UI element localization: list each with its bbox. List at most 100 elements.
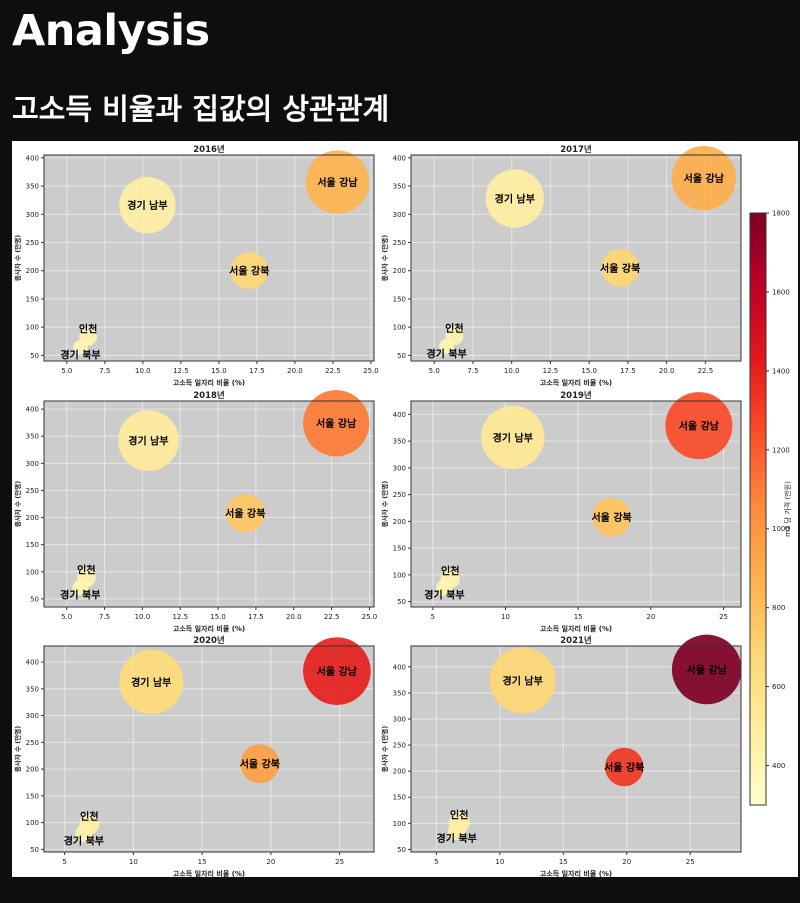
y-tick-label: 100 (26, 324, 39, 332)
x-tick-label: 15.0 (581, 367, 597, 375)
y-tick-label: 50 (397, 598, 406, 606)
y-tick-label: 300 (393, 211, 406, 219)
colorbar-tick-label: 1400 (772, 367, 790, 375)
x-tick-label: 12.5 (173, 367, 189, 375)
y-tick-label: 300 (26, 211, 39, 219)
x-tick-label: 20 (622, 858, 631, 866)
y-tick-label: 100 (393, 571, 406, 579)
y-tick-label: 50 (397, 846, 406, 854)
x-axis-label: 고소득 일자리 비율 (%) (540, 378, 612, 387)
bubble-label: 서울 강북 (600, 262, 640, 275)
x-tick-label: 15.0 (210, 613, 226, 621)
chart-panel-5: 경기 남부 서울 강남서울 강북인천경기 북부 5 10 15 20 25 50 100 150 2… (380, 634, 742, 877)
y-tick-label: 150 (393, 545, 406, 553)
y-tick-label: 350 (26, 183, 39, 191)
colorbar: 40060080010001200140016001800m2 당 가격 (만원… (749, 210, 792, 806)
y-tick-label: 400 (393, 663, 406, 671)
chart-figure: 경기 남부 서울 강남 서울 강북 인천 경기 북부 5.0 7.5 10.0 12.5 15.0… (12, 141, 798, 877)
y-tick-label: 400 (26, 659, 39, 667)
bubble-label: 서울 강북 (240, 758, 280, 771)
x-tick-label: 10 (495, 858, 504, 866)
bubble-label: 경기 남부 (127, 199, 167, 212)
colorbar-tick-label: 1800 (772, 210, 790, 218)
bubble-label: 경기 남부 (503, 674, 543, 687)
chart-svg: 경기 남부서울 강남서울 강북인천경기 북부5.0 7.5 10.0 12.5 15.0… (13, 144, 792, 877)
y-tick-label: 300 (393, 464, 406, 472)
bubble-label: 서울 강남 (317, 665, 358, 678)
chart-title: 2021년 (560, 635, 592, 646)
colorbar-tick-label: 800 (772, 604, 785, 612)
page-subtitle: 고소득 비율과 집값의 상관관계 (12, 92, 390, 126)
y-tick-label: 350 (393, 438, 406, 446)
x-axis-label: 고소득 일자리 비율 (%) (173, 378, 245, 387)
x-tick-label: 5.0 (429, 367, 440, 375)
bubble-label: 경기 북부 (60, 348, 100, 361)
bubble-label: 서울 강북 (591, 511, 631, 524)
y-tick-label: 250 (26, 739, 39, 747)
y-tick-label: 300 (393, 716, 406, 724)
y-tick-label: 300 (26, 460, 39, 468)
colorbar-bar (749, 212, 767, 806)
x-tick-label: 22.5 (324, 613, 340, 621)
x-tick-label: 20.0 (659, 367, 675, 375)
y-tick-label: 100 (26, 819, 39, 827)
x-tick-label: 17.5 (248, 613, 264, 621)
x-tick-label: 7.5 (467, 367, 478, 375)
x-tick-label: 10.0 (504, 367, 520, 375)
y-tick-label: 150 (26, 541, 39, 549)
page-title: Analysis (12, 6, 210, 56)
chart-title: 2017년 (560, 144, 592, 155)
colorbar-tick-label: 1600 (772, 288, 790, 296)
chart-title: 2020년 (193, 635, 225, 646)
bubble-label: 경기 남부 (493, 431, 533, 444)
x-tick-label: 15 (574, 613, 583, 621)
bubble-label: 서울 강남 (317, 176, 358, 189)
y-tick-label: 300 (26, 712, 39, 720)
x-axis-label: 고소득 일자리 비율 (%) (540, 624, 612, 633)
y-tick-label: 50 (30, 595, 39, 603)
x-axis-label: 고소득 일자리 비율 (%) (540, 869, 612, 877)
bubble-label: 경기 남부 (128, 435, 168, 448)
y-tick-label: 350 (393, 183, 406, 191)
bubble-label: 인천 (79, 323, 97, 336)
y-tick-label: 250 (393, 742, 406, 750)
bubble-label: 경기 북부 (60, 588, 100, 601)
x-tick-label: 7.5 (99, 613, 110, 621)
x-tick-label: 7.5 (99, 367, 110, 375)
y-axis-label: 종사자 수 (만명) (13, 481, 22, 527)
chart-title: 2019년 (560, 390, 592, 401)
y-axis-label: 종사자 수 (만명) (380, 726, 389, 772)
x-tick-label: 25 (335, 858, 344, 866)
x-tick-label: 10.0 (135, 613, 151, 621)
y-tick-label: 250 (26, 239, 39, 247)
chart-panel-2: 경기 남부 서울 강남서울 강북인천경기 북부 5.0 7.5 10.0 12.5 15.0… (13, 390, 377, 633)
y-tick-label: 200 (393, 518, 406, 526)
x-tick-label: 15 (559, 858, 568, 866)
x-tick-label: 5 (431, 613, 435, 621)
x-tick-label: 10 (129, 858, 138, 866)
x-tick-label: 5 (62, 858, 66, 866)
x-tick-label: 25 (719, 613, 728, 621)
x-tick-label: 25.0 (362, 613, 378, 621)
x-tick-label: 17.5 (620, 367, 636, 375)
bubble-label: 경기 북부 (426, 347, 466, 360)
bubble-label: 서울 강남 (316, 417, 357, 430)
y-tick-label: 200 (26, 514, 39, 522)
colorbar-tick-label: 400 (772, 762, 785, 770)
y-tick-label: 250 (393, 491, 406, 499)
y-tick-label: 400 (26, 154, 39, 162)
chart-title: 2018년 (193, 390, 225, 401)
y-tick-label: 50 (30, 352, 39, 360)
x-tick-label: 20 (646, 613, 655, 621)
y-tick-label: 100 (393, 820, 406, 828)
bubble-label: 인천 (445, 322, 463, 335)
y-tick-label: 150 (393, 295, 406, 303)
x-tick-label: 25.0 (363, 367, 379, 375)
x-tick-label: 25 (686, 858, 695, 866)
bubble-label: 인천 (77, 564, 95, 577)
bubble-label: 인천 (450, 808, 468, 821)
x-tick-label: 5 (434, 858, 438, 866)
y-axis-label: 종사자 수 (만명) (13, 235, 22, 281)
y-tick-label: 200 (26, 267, 39, 275)
y-axis-label: 종사자 수 (만명) (380, 235, 389, 281)
